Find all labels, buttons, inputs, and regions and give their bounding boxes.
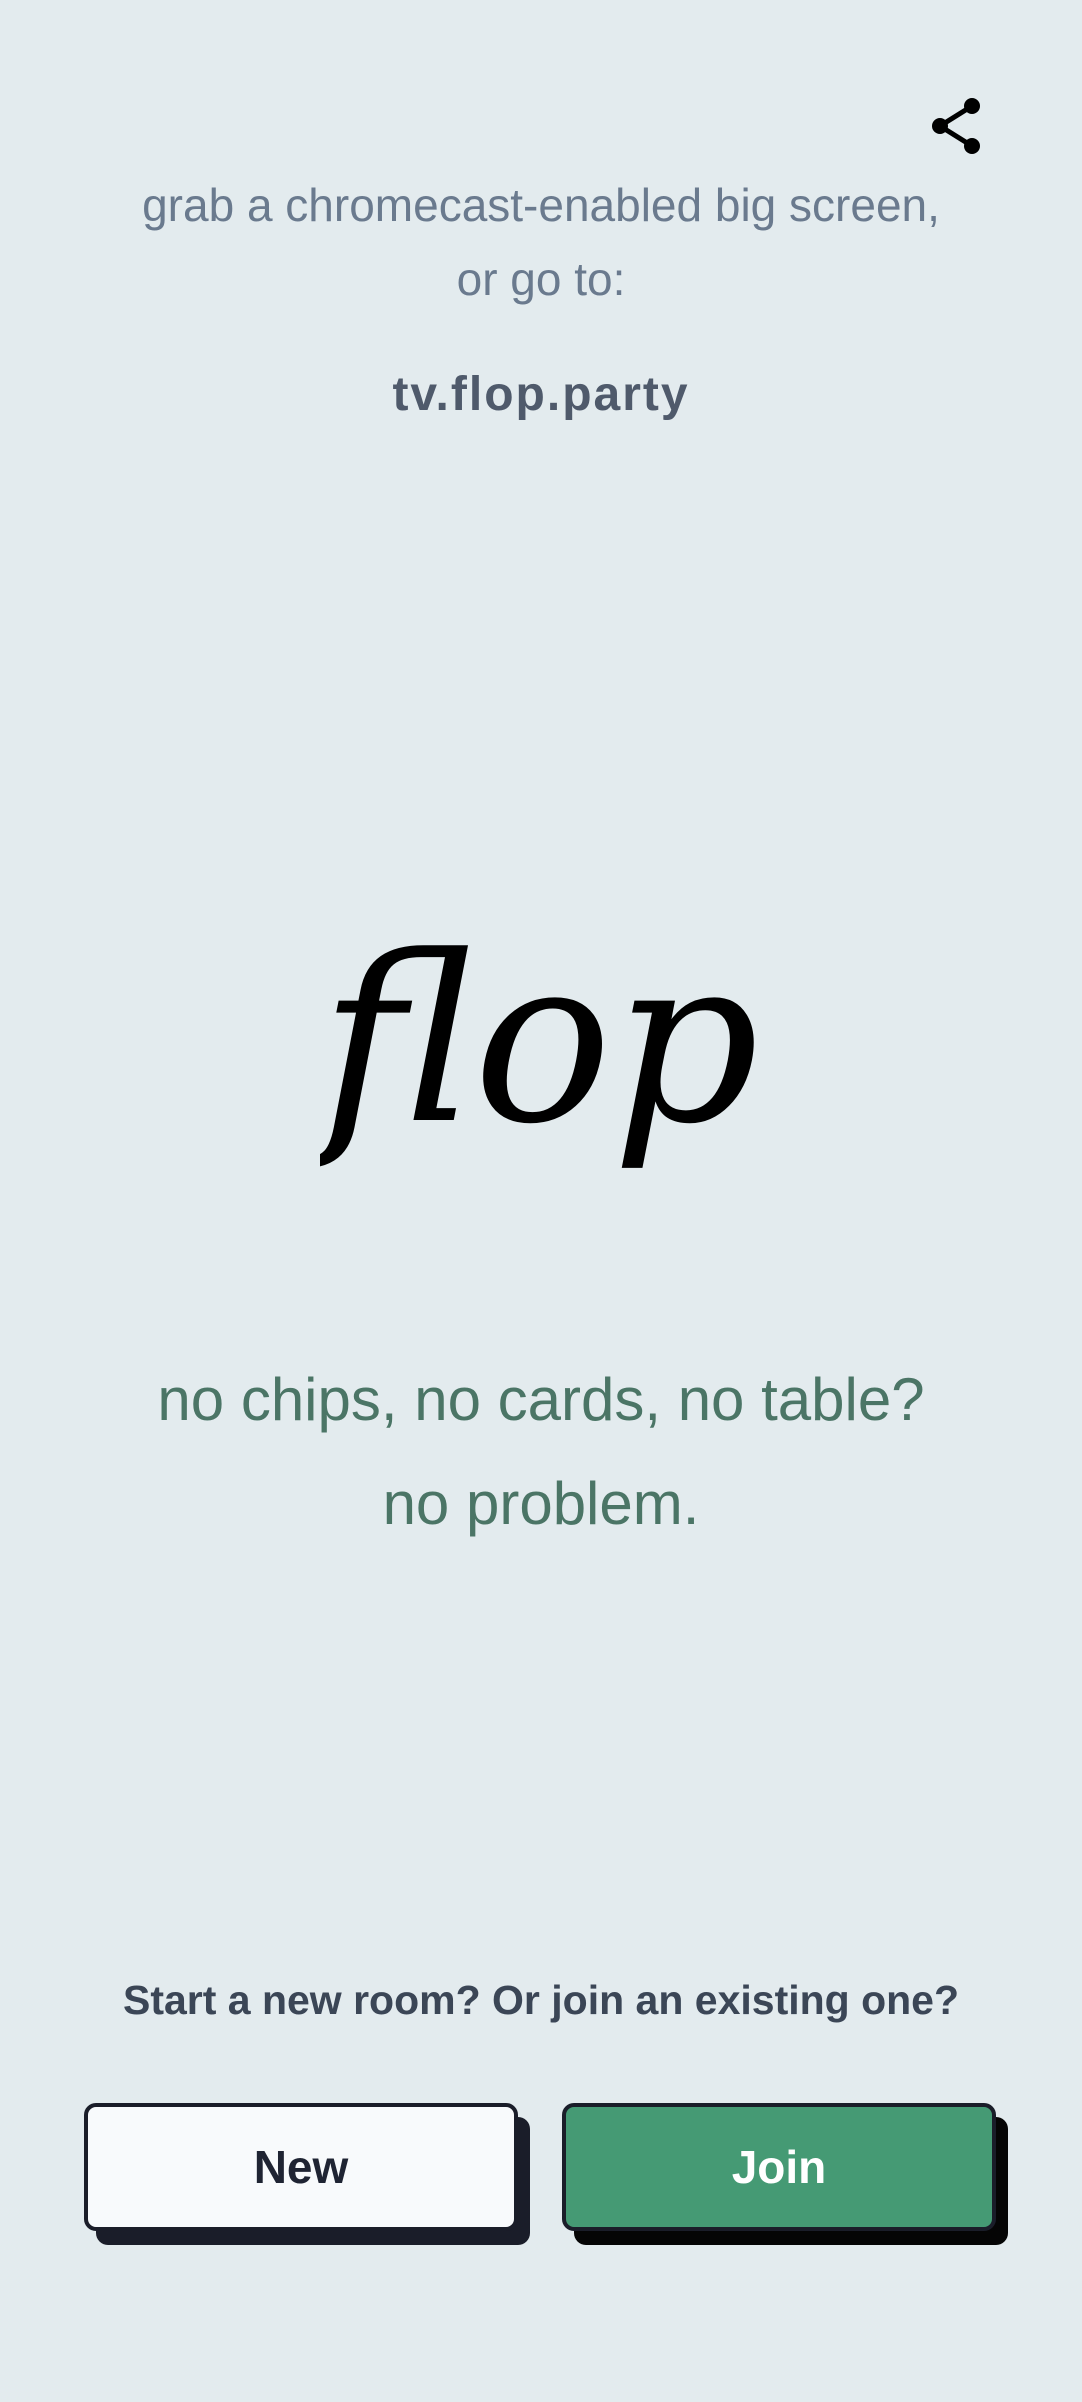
join-room-button[interactable]: Join	[562, 2103, 996, 2231]
tv-url-link[interactable]: tv.flop.party	[141, 360, 941, 430]
share-button[interactable]	[924, 94, 988, 158]
new-room-button[interactable]: New	[84, 2103, 518, 2231]
tagline: no chips, no cards, no table? no problem…	[91, 1348, 991, 1556]
logo-text: flop.	[320, 908, 760, 1175]
cast-hint-text: grab a chromecast-enabled big screen, or…	[142, 179, 940, 305]
tagline-line-1: no chips, no cards, no table?	[157, 1366, 925, 1433]
share-icon	[924, 94, 988, 158]
flop-logo-wordmark: flop.	[320, 908, 760, 1175]
tagline-line-2: no problem.	[382, 1470, 700, 1537]
flop-logo: flop.	[320, 890, 760, 1210]
new-button-wrapper: New	[84, 2103, 530, 2245]
join-button-wrapper: Join	[562, 2103, 1008, 2245]
room-prompt: Start a new room? Or join an existing on…	[122, 1977, 960, 2023]
